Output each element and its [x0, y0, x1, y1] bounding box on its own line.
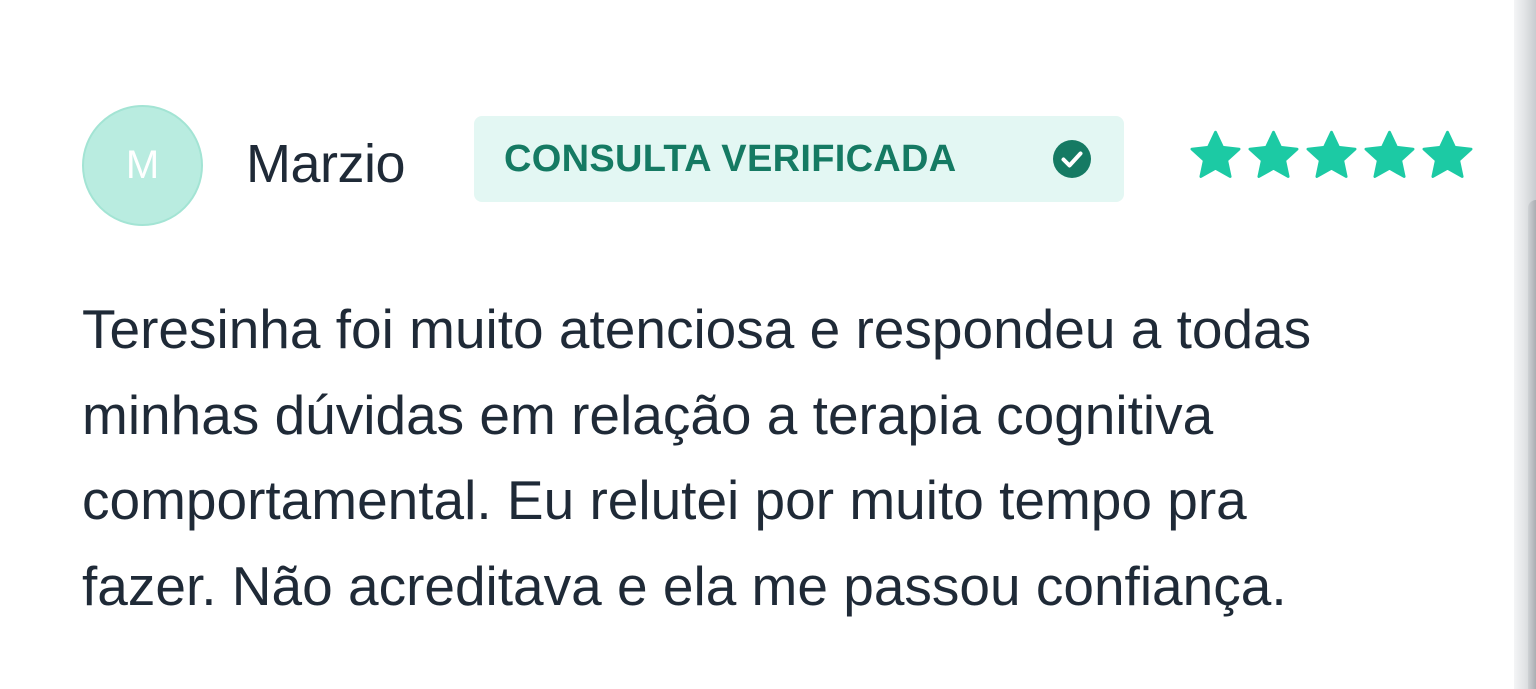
check-circle-icon	[1053, 140, 1091, 178]
star-icon	[1422, 130, 1473, 178]
review-card: M Marzio CONSULTA VERIFICADA Teresinha f…	[0, 0, 1510, 689]
star-icon	[1306, 130, 1357, 178]
review-text: Teresinha foi muito atenciosa e responde…	[82, 298, 1312, 617]
author-name: Marzio	[246, 134, 406, 194]
star-icon	[1248, 130, 1299, 178]
avatar-initial: M	[125, 143, 160, 187]
avatar: M	[82, 105, 203, 226]
star-icon	[1364, 130, 1415, 178]
star-rating	[1188, 128, 1475, 183]
verified-badge-label: CONSULTA VERIFICADA	[504, 137, 957, 180]
verified-badge: CONSULTA VERIFICADA	[474, 116, 1124, 202]
star-icon	[1190, 130, 1241, 178]
scroll-edge	[1528, 200, 1536, 689]
